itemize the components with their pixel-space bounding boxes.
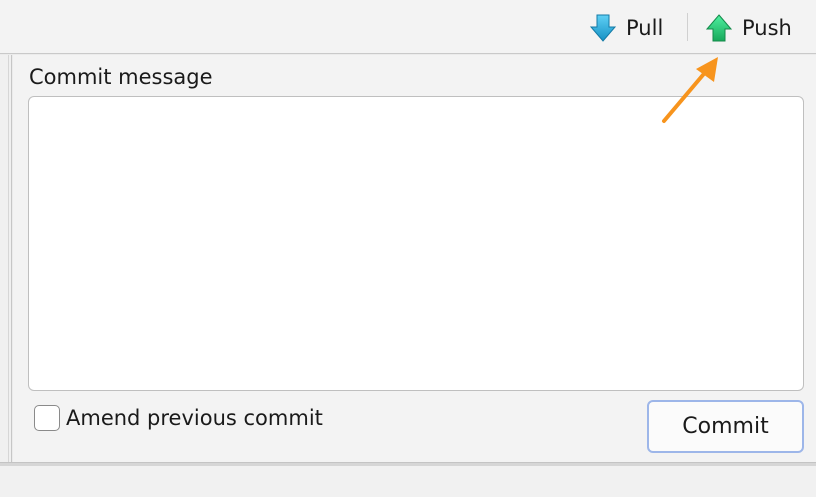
push-label: Push xyxy=(742,16,792,40)
arrow-up-icon xyxy=(705,14,733,42)
checkbox-box[interactable] xyxy=(34,405,60,431)
git-commit-window: Pull Push Commit message Amend previous … xyxy=(0,0,816,497)
amend-previous-commit-checkbox[interactable]: Amend previous commit xyxy=(34,405,323,431)
amend-label: Amend previous commit xyxy=(66,406,323,430)
commit-message-input[interactable] xyxy=(28,96,804,391)
toolbar: Pull Push xyxy=(0,0,816,54)
pull-button[interactable]: Pull xyxy=(589,10,664,46)
commit-message-label: Commit message xyxy=(29,65,213,89)
toolbar-separator xyxy=(687,13,688,41)
commit-panel: Commit message Amend previous commit Com… xyxy=(13,55,816,462)
status-area xyxy=(0,466,816,497)
pull-label: Pull xyxy=(626,16,664,40)
commit-button[interactable]: Commit xyxy=(647,400,804,453)
pane-splitter[interactable] xyxy=(0,55,12,462)
arrow-down-icon xyxy=(589,14,617,42)
push-button[interactable]: Push xyxy=(705,10,792,46)
